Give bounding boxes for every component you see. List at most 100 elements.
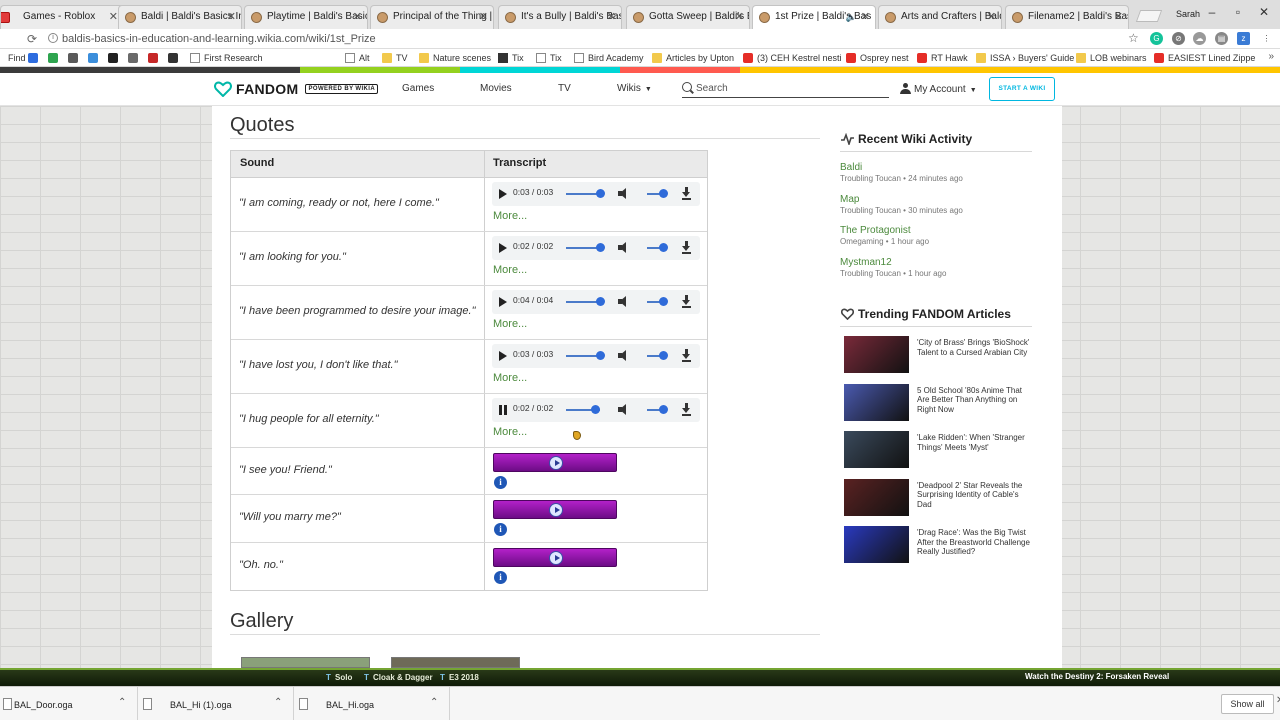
- more-link[interactable]: More...: [493, 264, 527, 276]
- promo-cta[interactable]: Watch the Destiny 2: Forsaken Reveal: [1025, 672, 1169, 681]
- seek-bar[interactable]: [566, 247, 600, 249]
- download-item[interactable]: BAL_Hi.oga ⌃: [296, 687, 450, 720]
- play-icon[interactable]: [499, 243, 507, 253]
- site-info-icon[interactable]: i: [48, 33, 58, 43]
- bookmark-shortcut-icon[interactable]: [108, 53, 118, 63]
- bookmark-shortcut-icon[interactable]: [28, 53, 38, 63]
- close-tab-icon[interactable]: ✕: [861, 6, 870, 28]
- browser-tab[interactable]: Baldi | Baldi's Basics In E✕: [118, 5, 242, 29]
- volume-icon[interactable]: [618, 296, 630, 308]
- more-link[interactable]: More...: [493, 372, 527, 384]
- bookmark-item[interactable]: ISSA › Buyers' Guide: [990, 51, 1074, 65]
- extension-grammarly-icon[interactable]: G: [1150, 32, 1163, 45]
- bookmark-item[interactable]: (3) CEH Kestrel nesti: [757, 51, 842, 65]
- download-icon[interactable]: [682, 349, 692, 362]
- bookmark-item[interactable]: Tix: [550, 51, 562, 65]
- flash-play-button[interactable]: [493, 548, 617, 567]
- close-tab-icon[interactable]: ✕: [607, 6, 616, 28]
- gallery-thumbnail[interactable]: [391, 657, 520, 668]
- play-icon[interactable]: [499, 351, 507, 361]
- maximize-button[interactable]: ▫: [1226, 4, 1250, 20]
- audio-player[interactable]: 0:03 / 0:03: [492, 344, 700, 368]
- audio-player[interactable]: 0:03 / 0:03: [492, 182, 700, 206]
- bookmark-item[interactable]: Osprey nest: [860, 51, 909, 65]
- minimize-button[interactable]: –: [1200, 4, 1224, 20]
- recent-activity-link[interactable]: Map: [840, 194, 859, 205]
- bookmarks-overflow-icon[interactable]: »: [1268, 51, 1274, 62]
- trending-article-title[interactable]: 'Drag Race': Was the Big Twist After the…: [917, 528, 1033, 557]
- speaker-icon[interactable]: 🔈: [846, 6, 857, 28]
- bookmark-item[interactable]: First Research: [204, 51, 263, 65]
- browser-tab[interactable]: Filename2 | Baldi's Basic ✕: [1005, 5, 1129, 29]
- new-tab-button[interactable]: [1135, 10, 1163, 22]
- bookmark-item[interactable]: Tix: [512, 51, 524, 65]
- bookmark-item[interactable]: Nature scenes: [433, 51, 491, 65]
- extension-block-icon[interactable]: ⊘: [1172, 32, 1185, 45]
- info-icon[interactable]: i: [494, 523, 507, 536]
- seek-bar[interactable]: [566, 193, 600, 195]
- bookmark-item[interactable]: EASIEST Lined Zippe: [1168, 51, 1255, 65]
- trending-article-title[interactable]: 'Deadpool 2' Star Reveals the Surprising…: [917, 481, 1033, 510]
- browser-tab-active[interactable]: 1st Prize | Baldi's Bas 🔈 ✕: [752, 5, 876, 29]
- trending-article-thumbnail[interactable]: [844, 526, 909, 563]
- trending-article-title[interactable]: 'City of Brass' Brings 'BioShock' Talent…: [917, 338, 1033, 357]
- download-item[interactable]: BAL_Door.oga ⌃: [0, 687, 138, 720]
- promo-tab[interactable]: Cloak & Dagger: [364, 672, 433, 684]
- flash-play-button[interactable]: [493, 500, 617, 519]
- volume-thumb[interactable]: [659, 351, 668, 360]
- close-tab-icon[interactable]: ✕: [987, 6, 996, 28]
- search-input[interactable]: [696, 80, 886, 96]
- bookmark-shortcut-icon[interactable]: [168, 53, 178, 63]
- fandom-logo[interactable]: FANDOM POWERED BY WIKIA: [214, 80, 379, 98]
- bookmark-star-icon[interactable]: ☆: [1128, 31, 1139, 45]
- browser-menu-icon[interactable]: ⋮: [1260, 32, 1273, 45]
- close-tab-icon[interactable]: ✕: [479, 6, 488, 28]
- audio-player[interactable]: 0:02 / 0:02: [492, 236, 700, 260]
- browser-tab[interactable]: Gotta Sweep | Baldi's Ba ✕: [626, 5, 750, 29]
- trending-article-thumbnail[interactable]: [844, 431, 909, 468]
- browser-tab[interactable]: It's a Bully | Baldi's Basi ✕: [498, 5, 622, 29]
- play-icon[interactable]: [499, 297, 507, 307]
- bookmark-item[interactable]: Bird Academy: [588, 51, 644, 65]
- gallery-thumbnail[interactable]: [241, 657, 370, 668]
- volume-thumb[interactable]: [659, 243, 668, 252]
- close-tab-icon[interactable]: ✕: [353, 6, 362, 28]
- extension-zip-icon[interactable]: z: [1237, 32, 1250, 45]
- trending-article-thumbnail[interactable]: [844, 478, 909, 516]
- bookmark-item[interactable]: TV: [396, 51, 408, 65]
- volume-icon[interactable]: [618, 188, 630, 200]
- more-link[interactable]: More...: [493, 318, 527, 330]
- browser-tab[interactable]: Playtime | Baldi's Basics ✕: [244, 5, 368, 29]
- trending-article-title[interactable]: 'Lake Ridden': When 'Stranger Things' Me…: [917, 433, 1033, 452]
- download-icon[interactable]: [682, 241, 692, 254]
- volume-thumb[interactable]: [659, 189, 668, 198]
- volume-thumb[interactable]: [659, 297, 668, 306]
- flash-play-button[interactable]: [493, 453, 617, 472]
- info-icon[interactable]: i: [494, 571, 507, 584]
- bookmark-shortcut-icon[interactable]: [128, 53, 138, 63]
- bookmark-item[interactable]: LOB webinars: [1090, 51, 1147, 65]
- browser-tab[interactable]: Principal of the Thing | B ✕: [370, 5, 494, 29]
- recent-activity-link[interactable]: The Protagonist: [840, 225, 911, 236]
- trending-article-thumbnail[interactable]: [844, 336, 909, 373]
- reload-icon[interactable]: ⟳: [24, 31, 40, 47]
- seek-thumb[interactable]: [596, 189, 605, 198]
- nav-movies[interactable]: Movies: [480, 83, 512, 94]
- browser-tab[interactable]: Arts and Crafters | Baldi ✕: [878, 5, 1002, 29]
- download-icon[interactable]: [682, 295, 692, 308]
- play-icon[interactable]: [499, 189, 507, 199]
- nav-tv[interactable]: TV: [558, 83, 571, 94]
- download-icon[interactable]: [682, 187, 692, 200]
- info-icon[interactable]: i: [494, 476, 507, 489]
- seek-thumb[interactable]: [596, 243, 605, 252]
- promo-tab[interactable]: Solo: [326, 672, 352, 684]
- seek-thumb[interactable]: [591, 405, 600, 414]
- chevron-up-icon[interactable]: ⌃: [118, 697, 126, 708]
- chevron-up-icon[interactable]: ⌃: [274, 697, 282, 708]
- seek-bar[interactable]: [566, 301, 600, 303]
- close-tab-icon[interactable]: ✕: [109, 6, 118, 28]
- show-all-downloads-button[interactable]: Show all: [1221, 694, 1274, 714]
- search-box[interactable]: [682, 80, 889, 98]
- chevron-up-icon[interactable]: ⌃: [430, 697, 438, 708]
- volume-thumb[interactable]: [659, 405, 668, 414]
